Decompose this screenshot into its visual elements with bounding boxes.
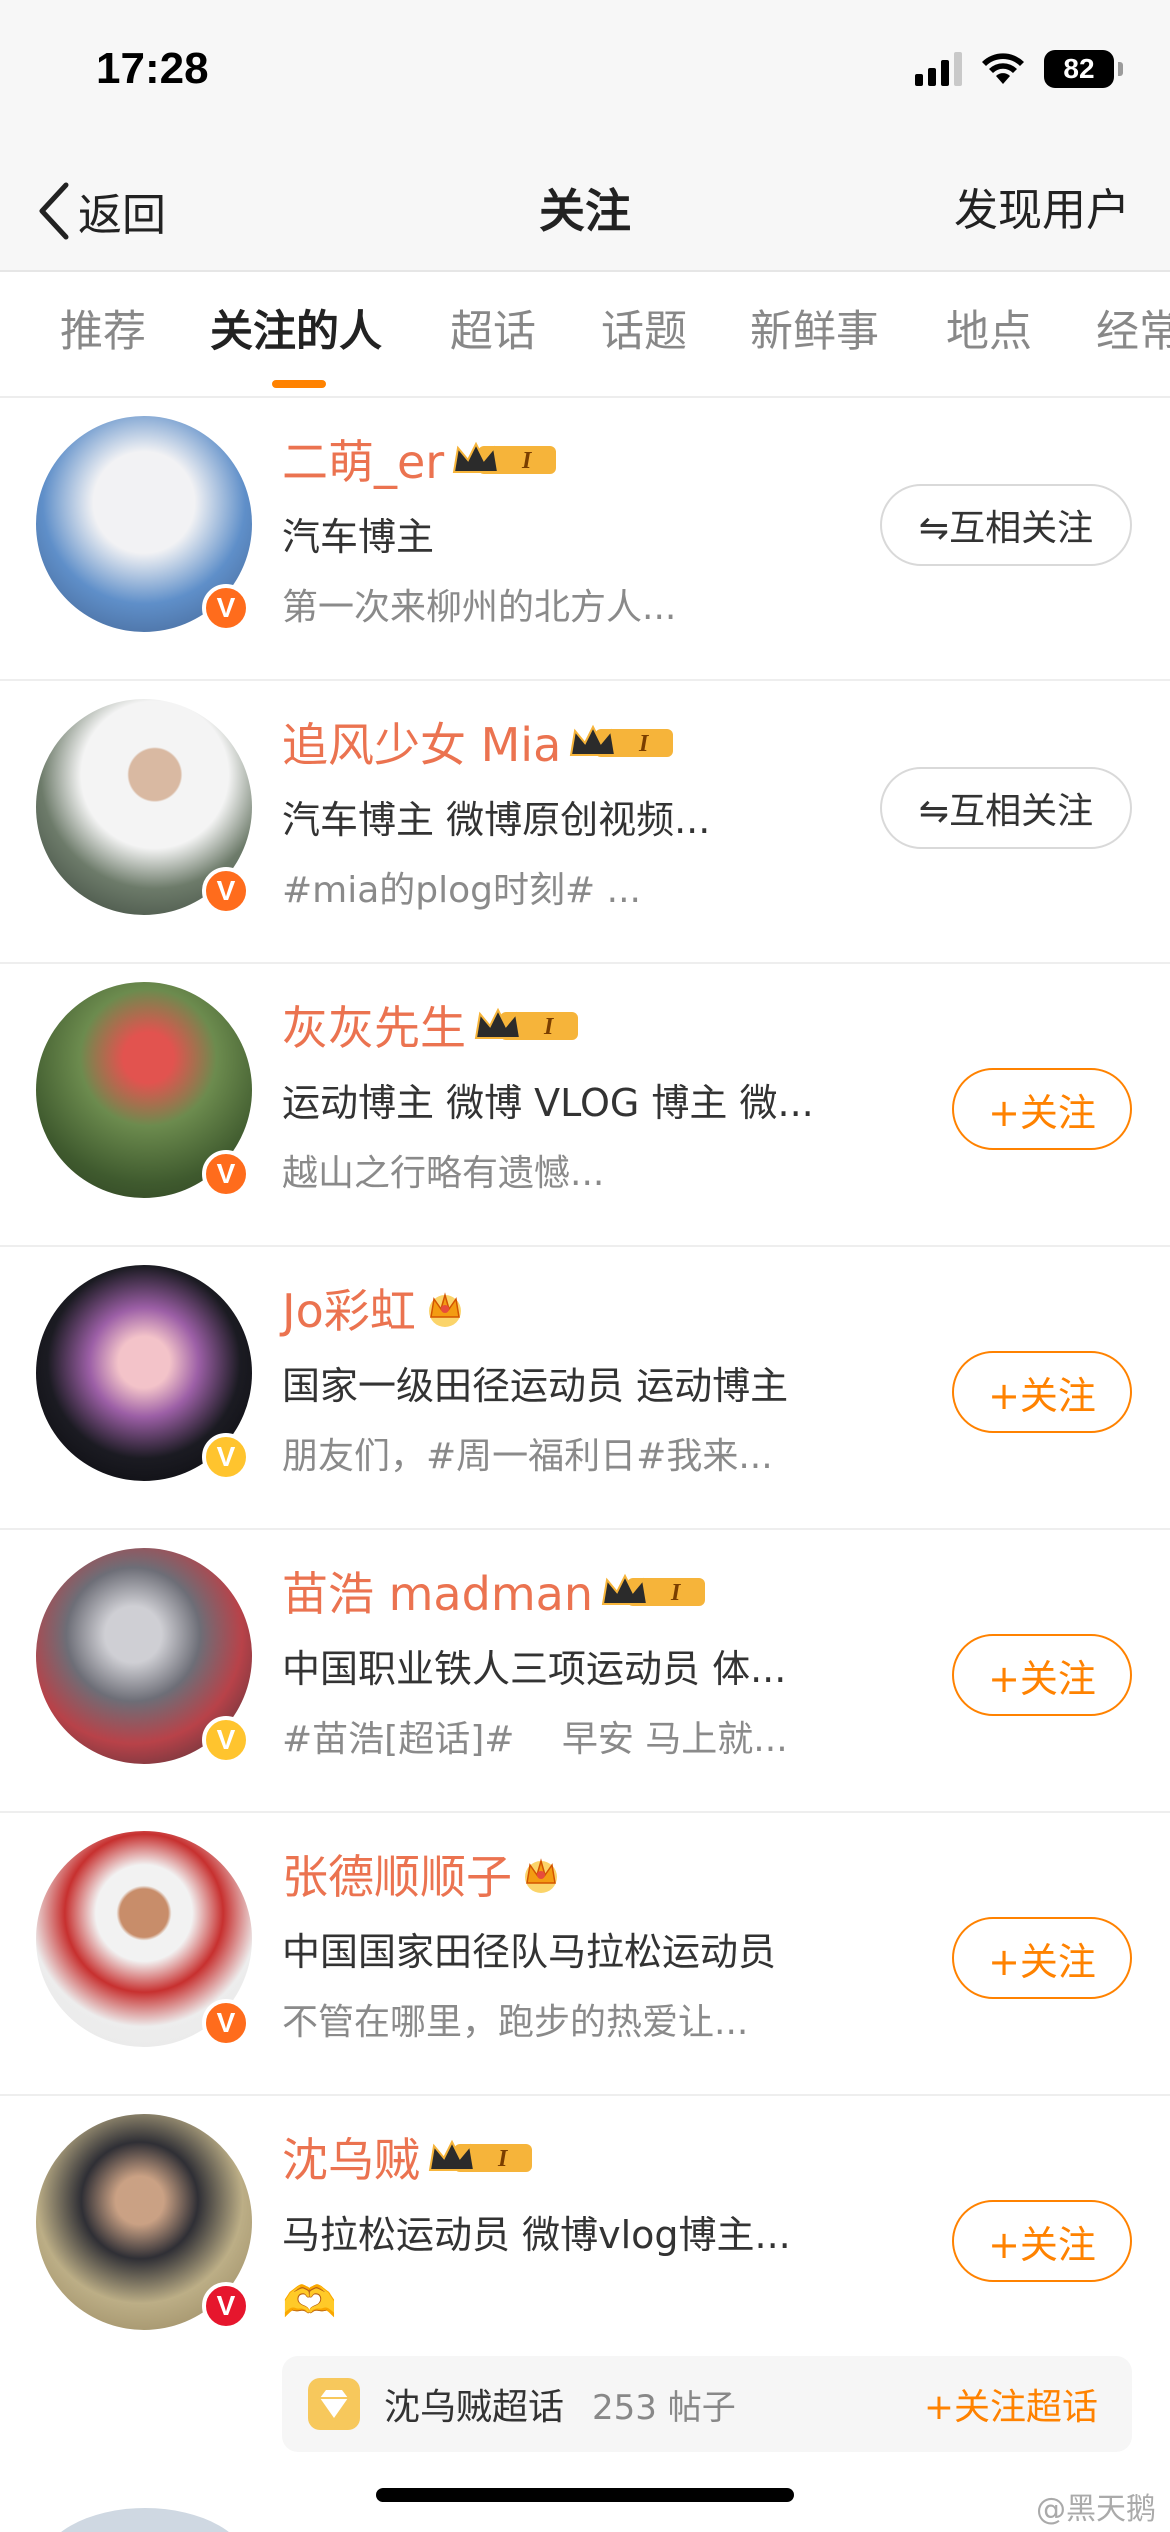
vip-crown-icon: I xyxy=(450,438,560,480)
vip-crown-icon: I xyxy=(426,2136,536,2178)
heart-hands-emoji: 🫶 xyxy=(282,2277,337,2328)
user-name[interactable]: 追风少女 Mia xyxy=(282,709,561,775)
vip-crown-icon: I xyxy=(567,721,677,763)
wifi-icon xyxy=(982,53,1024,84)
tab-fresh[interactable]: 新鲜事 xyxy=(750,302,879,362)
svg-text:I: I xyxy=(638,731,650,757)
user-bio: 汽车博主 xyxy=(282,515,435,559)
user-name[interactable]: 二萌_er xyxy=(282,426,444,492)
verified-badge-icon: V xyxy=(202,1716,250,1764)
user-bio: 中国国家田径队马拉松运动员 xyxy=(282,1930,777,1974)
vip-crown-icon: I xyxy=(599,1570,709,1612)
follow-button[interactable]: +关注 xyxy=(952,2200,1132,2282)
tab-recommend[interactable]: 推荐 xyxy=(60,302,146,362)
follow-super-topic-button[interactable]: +关注超话 xyxy=(924,2378,1098,2430)
vip-crown-icon: I xyxy=(472,1004,582,1046)
tab-bar: 推荐 关注的人 超话 话题 新鲜事 地点 经常 xyxy=(0,272,1170,398)
user-name[interactable]: Jo彩虹 xyxy=(282,1275,416,1341)
following-list: V 二萌_er I 汽车博主 第一次来柳州的北方人... ⇋互相关注 V 追风少… xyxy=(0,398,1170,2532)
list-item[interactable]: V 追风少女 Mia I 汽车博主 微博原创视频... #mia的plog时刻#… xyxy=(0,681,1170,964)
nav-bar: 返回 关注 发现用户 xyxy=(0,150,1170,272)
user-latest-post: #苗浩[超话]# 早安 马上就... xyxy=(282,1719,788,1760)
user-name[interactable]: 苗浩 madman xyxy=(282,1558,593,1624)
home-indicator[interactable] xyxy=(376,2488,794,2502)
discover-users-button[interactable]: 发现用户 xyxy=(954,176,1130,246)
verified-badge-icon: V xyxy=(202,1150,250,1198)
verified-badge-icon: V xyxy=(202,2282,250,2330)
user-latest-post: #mia的plog时刻# ... xyxy=(282,870,641,911)
svg-text:I: I xyxy=(521,448,533,474)
user-bio: 运动博主 微博 VLOG 博主 微... xyxy=(282,1081,814,1125)
list-item[interactable]: V 二萌_er I 汽车博主 第一次来柳州的北方人... ⇋互相关注 xyxy=(0,398,1170,681)
super-topic-post-count: 253 帖子 xyxy=(592,2387,736,2428)
follow-button[interactable]: +关注 xyxy=(952,1068,1132,1150)
follow-button[interactable]: +关注 xyxy=(952,1351,1132,1433)
svg-text:I: I xyxy=(543,1014,555,1040)
status-icons: 82 xyxy=(915,50,1123,88)
tab-frequent[interactable]: 经常 xyxy=(1096,302,1170,362)
status-bar: 17:28 82 xyxy=(0,0,1170,150)
tab-super-topics[interactable]: 超话 xyxy=(450,302,536,362)
list-item[interactable]: V 灰灰先生 I 运动博主 微博 VLOG 博主 微... 越山之行略有遗憾..… xyxy=(0,964,1170,1247)
tab-following[interactable]: 关注的人 xyxy=(210,302,382,362)
svg-text:I: I xyxy=(497,2146,509,2172)
status-time: 17:28 xyxy=(96,44,209,93)
list-item[interactable]: V 苗浩 madman I 中国职业铁人三项运动员 体... #苗浩[超话]# … xyxy=(0,1530,1170,1813)
user-bio: 汽车博主 微博原创视频... xyxy=(282,798,711,842)
super-topic-diamond-icon xyxy=(308,2378,360,2430)
user-bio: 马拉松运动员 微博vlog博主... xyxy=(282,2213,791,2257)
user-name[interactable]: 张德顺顺子 xyxy=(282,1841,512,1907)
crown-icon xyxy=(518,1853,564,1895)
list-item[interactable]: V 沈乌贼 I 马拉松运动员 微博vlog博主... 🫶 +关注 沈乌贼超话 2… xyxy=(0,2096,1170,2532)
verified-badge-icon: V xyxy=(202,1433,250,1481)
follow-button[interactable]: +关注 xyxy=(952,1634,1132,1716)
user-latest-post: 朋友们，#周一福利日#我来... xyxy=(282,1436,773,1477)
cellular-signal-icon xyxy=(915,52,962,86)
user-name[interactable]: 灰灰先生 xyxy=(282,992,466,1058)
tab-topics[interactable]: 话题 xyxy=(601,302,687,362)
svg-text:I: I xyxy=(670,1580,682,1606)
mutual-follow-button[interactable]: ⇋互相关注 xyxy=(880,484,1132,566)
verified-badge-icon: V xyxy=(202,867,250,915)
verified-badge-icon: V xyxy=(202,584,250,632)
tab-active-indicator xyxy=(272,380,326,388)
crown-icon xyxy=(422,1287,468,1329)
super-topic-card[interactable]: 沈乌贼超话 253 帖子 +关注超话 xyxy=(282,2356,1132,2452)
user-bio: 国家一级田径运动员 运动博主 xyxy=(282,1364,789,1408)
user-bio: 中国职业铁人三项运动员 体... xyxy=(282,1647,787,1691)
follow-button[interactable]: +关注 xyxy=(952,1917,1132,1999)
verified-badge-icon: V xyxy=(202,1999,250,2047)
tab-places[interactable]: 地点 xyxy=(946,302,1032,362)
user-name[interactable]: 沈乌贼 xyxy=(282,2124,420,2190)
mutual-follow-button[interactable]: ⇋互相关注 xyxy=(880,767,1132,849)
user-latest-post: 第一次来柳州的北方人... xyxy=(282,587,677,628)
user-latest-post: 越山之行略有遗憾... xyxy=(282,1153,605,1194)
user-latest-post: 不管在哪里，跑步的热爱让... xyxy=(282,2002,749,2043)
super-topic-name: 沈乌贼超话 xyxy=(384,2387,565,2428)
battery-icon: 82 xyxy=(1044,50,1123,88)
watermark: @黑天鹅 xyxy=(1036,2492,1156,2527)
list-item[interactable]: V Jo彩虹 国家一级田径运动员 运动博主 朋友们，#周一福利日#我来... +… xyxy=(0,1247,1170,1530)
list-item[interactable]: V 张德顺顺子 中国国家田径队马拉松运动员 不管在哪里，跑步的热爱让... +关… xyxy=(0,1813,1170,2096)
